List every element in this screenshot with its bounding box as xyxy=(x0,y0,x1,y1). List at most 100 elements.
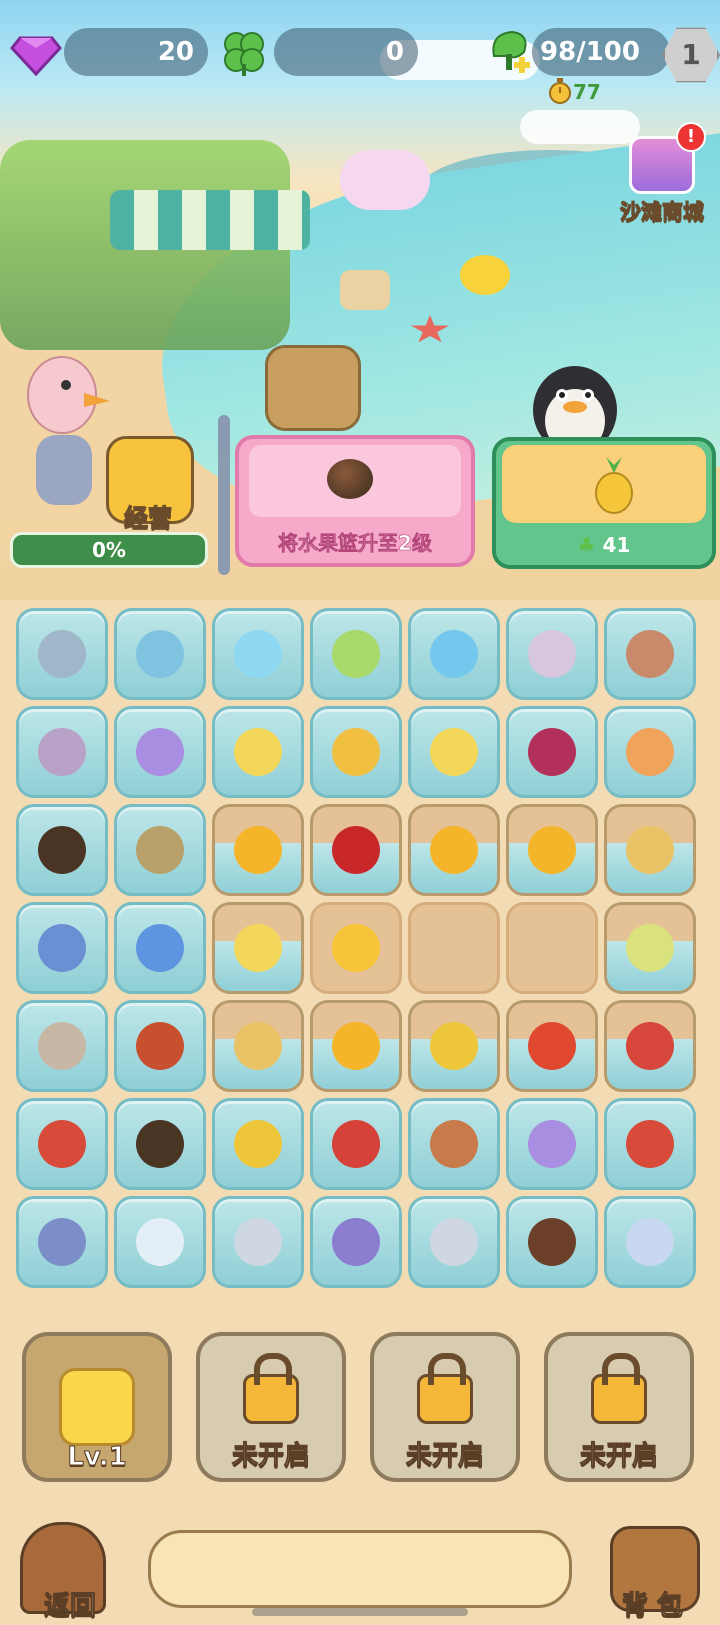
fish-icon xyxy=(626,1022,674,1070)
board-cell[interactable] xyxy=(212,902,304,994)
generator-slot-2[interactable]: 未开启 xyxy=(196,1332,346,1482)
slot-label: Lv.1 xyxy=(67,1442,127,1473)
sunscreen-icon xyxy=(626,1218,674,1266)
board-cell[interactable] xyxy=(408,1196,500,1288)
board-cell[interactable] xyxy=(212,706,304,798)
back-button[interactable]: 返回 xyxy=(16,1520,128,1622)
signpost xyxy=(218,415,230,575)
backpack-button[interactable]: 背 包 xyxy=(596,1520,708,1622)
board-cell[interactable] xyxy=(604,706,696,798)
board-cell[interactable] xyxy=(114,902,206,994)
board-cell[interactable] xyxy=(16,902,108,994)
board-cell[interactable] xyxy=(506,902,598,994)
board-cell[interactable] xyxy=(114,608,206,700)
board-cell[interactable] xyxy=(506,706,598,798)
reward-amount-row: ♣ 41 xyxy=(496,533,712,557)
board-cell[interactable] xyxy=(604,608,696,700)
energy-add-icon[interactable] xyxy=(486,26,534,74)
board-cell[interactable] xyxy=(212,1000,304,1092)
starfish-icon xyxy=(528,1120,576,1168)
board-cell[interactable] xyxy=(408,706,500,798)
generator-slot-4[interactable]: 未开启 xyxy=(544,1332,694,1482)
business-progress-bar: 0% xyxy=(10,532,208,568)
home-indicator xyxy=(252,1608,468,1616)
board-cell[interactable] xyxy=(604,1196,696,1288)
backpack-label: 背 包 xyxy=(621,1591,684,1622)
tomato-icon xyxy=(332,1120,380,1168)
board-cell[interactable] xyxy=(604,1098,696,1190)
board-cell[interactable] xyxy=(212,804,304,896)
board-cell[interactable] xyxy=(16,1196,108,1288)
lightning-bag-icon xyxy=(59,1368,135,1446)
quest-card[interactable]: 将水果篮升至2级 xyxy=(235,435,475,567)
flamingo-character[interactable] xyxy=(12,345,112,525)
board-cell[interactable] xyxy=(114,706,206,798)
board-cell[interactable] xyxy=(114,1000,206,1092)
clover-count: 0 xyxy=(385,37,404,67)
board-cell[interactable] xyxy=(506,608,598,700)
box-icon xyxy=(234,1218,282,1266)
info-bar xyxy=(148,1530,572,1608)
board-cell[interactable] xyxy=(114,804,206,896)
starfish-icon xyxy=(136,728,184,776)
board-cell[interactable] xyxy=(310,1098,402,1190)
generator-slot-1[interactable]: Lv.1 xyxy=(22,1332,172,1482)
gem-icon xyxy=(10,28,62,77)
orange-icon xyxy=(528,826,576,874)
board-cell[interactable] xyxy=(114,1196,206,1288)
board-cell[interactable] xyxy=(310,706,402,798)
seahorse-icon xyxy=(136,924,184,972)
board-cell[interactable] xyxy=(408,804,500,896)
board-cell[interactable] xyxy=(310,608,402,700)
board-cell[interactable] xyxy=(408,902,500,994)
board-cell[interactable] xyxy=(310,1000,402,1092)
board-cell[interactable] xyxy=(408,1000,500,1092)
board-cell[interactable] xyxy=(16,706,108,798)
board-cell[interactable] xyxy=(310,804,402,896)
board-cell[interactable] xyxy=(604,804,696,896)
board-cell[interactable] xyxy=(506,1196,598,1288)
board-cell[interactable] xyxy=(604,1000,696,1092)
board-cell[interactable] xyxy=(16,1000,108,1092)
stopwatch-icon xyxy=(548,78,572,104)
beach-shop-button[interactable]: ! 沙滩商城 xyxy=(612,122,712,226)
board-cell[interactable] xyxy=(506,804,598,896)
box-icon xyxy=(430,1218,478,1266)
clover-icon: ♣ xyxy=(577,533,596,557)
coconut-icon xyxy=(327,459,373,499)
board-cell[interactable] xyxy=(16,804,108,896)
shop-label: 沙滩商城 xyxy=(620,200,705,225)
board-cell[interactable] xyxy=(408,608,500,700)
rubber-duck xyxy=(460,255,510,295)
board-cell[interactable] xyxy=(212,608,304,700)
board-cell[interactable] xyxy=(506,1000,598,1092)
board-cell[interactable] xyxy=(310,1196,402,1288)
lock-icon xyxy=(591,1353,647,1424)
board-cell[interactable] xyxy=(506,1098,598,1190)
board-cell[interactable] xyxy=(114,1098,206,1190)
popsicle-icon xyxy=(528,1218,576,1266)
board-cell[interactable] xyxy=(16,608,108,700)
reward-item-panel xyxy=(502,445,706,523)
board-cell[interactable] xyxy=(212,1098,304,1190)
orange-icon xyxy=(332,1022,380,1070)
banana-icon xyxy=(430,728,478,776)
bottle-icon xyxy=(136,1218,184,1266)
board-cell[interactable] xyxy=(604,902,696,994)
fruit-basket-icon[interactable] xyxy=(265,345,361,431)
sandwich-icon xyxy=(38,1022,86,1070)
banana-icon xyxy=(234,728,282,776)
hook-icon xyxy=(38,630,86,678)
reward-card[interactable]: ♣ 41 xyxy=(492,437,716,569)
towel-icon xyxy=(136,630,184,678)
shop-alert-badge: ! xyxy=(676,122,706,152)
clover-icon xyxy=(218,26,266,76)
generator-slot-3[interactable]: 未开启 xyxy=(370,1332,520,1482)
board-cell[interactable] xyxy=(16,1098,108,1190)
board-cell[interactable] xyxy=(212,1196,304,1288)
board-cell[interactable] xyxy=(408,1098,500,1190)
crab-icon xyxy=(430,1120,478,1168)
mirror-icon xyxy=(332,1218,380,1266)
board-cell[interactable] xyxy=(310,902,402,994)
watermelon-icon xyxy=(528,1022,576,1070)
